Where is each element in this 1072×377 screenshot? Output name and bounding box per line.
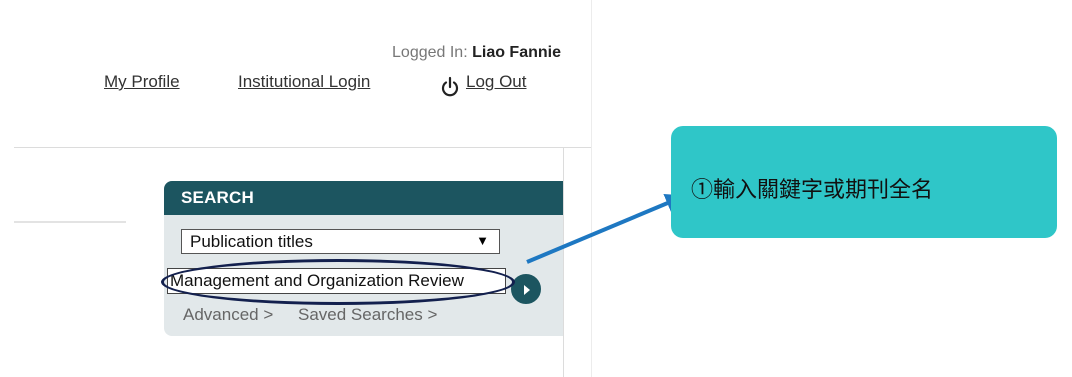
advanced-search-link[interactable]: Advanced > bbox=[183, 305, 273, 325]
left-divider bbox=[14, 221, 126, 223]
page-panel: Logged In: Liao Fannie My Profile Instit… bbox=[0, 0, 592, 377]
search-widget: SEARCH Publication titles ▼ Advanced > S… bbox=[164, 181, 563, 336]
search-title: SEARCH bbox=[181, 188, 254, 207]
search-submit-button[interactable] bbox=[509, 272, 543, 306]
saved-searches-link[interactable]: Saved Searches > bbox=[298, 305, 437, 325]
right-rail-divider bbox=[563, 148, 564, 377]
callout-text: ①輸入關鍵字或期刊全名 bbox=[691, 178, 934, 203]
annotation-callout: ①輸入關鍵字或期刊全名 bbox=[671, 126, 1057, 238]
logged-in-label: Logged In: bbox=[392, 44, 468, 61]
search-input[interactable] bbox=[167, 268, 506, 294]
log-out-link[interactable]: Log Out bbox=[466, 72, 527, 92]
logged-in-status: Logged In: Liao Fannie bbox=[316, 44, 561, 62]
user-name: Liao Fannie bbox=[472, 44, 561, 61]
play-icon bbox=[524, 285, 530, 295]
power-icon[interactable] bbox=[440, 76, 460, 98]
search-scope-select[interactable]: Publication titles ▼ bbox=[181, 229, 500, 254]
institutional-login-link[interactable]: Institutional Login bbox=[238, 72, 370, 92]
my-profile-link[interactable]: My Profile bbox=[104, 72, 180, 92]
search-header: SEARCH bbox=[164, 181, 563, 215]
chevron-down-icon: ▼ bbox=[476, 233, 489, 248]
search-scope-value: Publication titles bbox=[190, 232, 313, 251]
header-divider bbox=[14, 147, 591, 148]
